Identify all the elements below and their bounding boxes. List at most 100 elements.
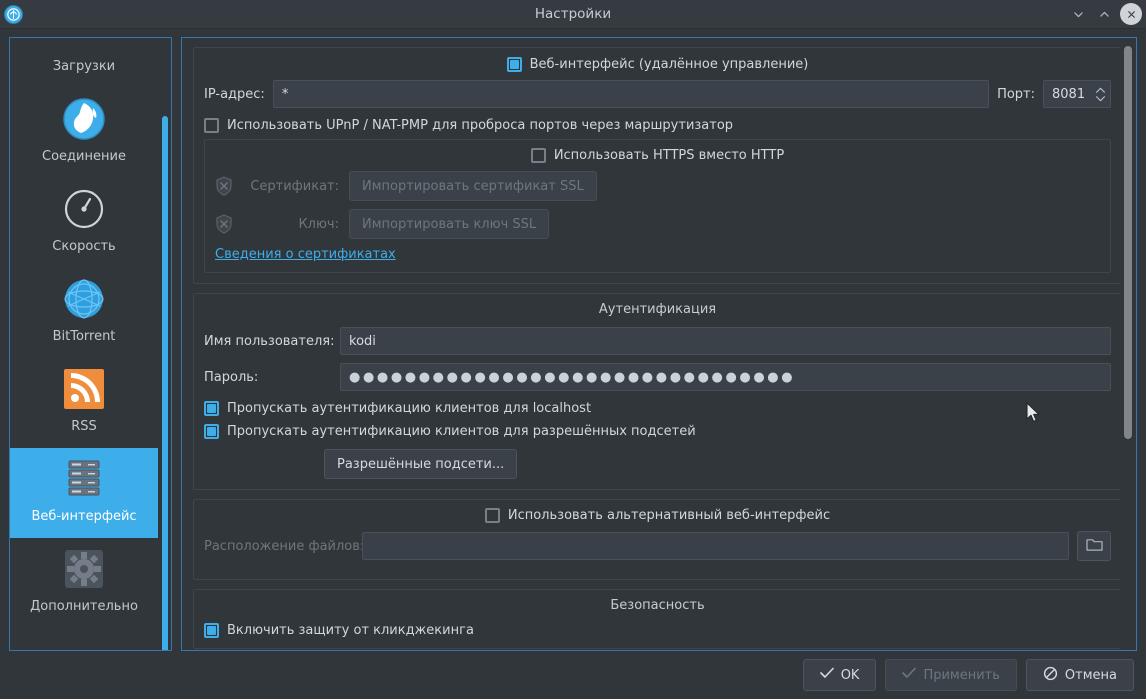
upnp-label: Использовать UPnP / NAT-PMP для проброса… [227, 118, 734, 133]
port-stepper[interactable]: 8081 [1043, 80, 1111, 108]
cancel-icon [1043, 666, 1058, 685]
globe-icon [61, 96, 107, 142]
web-ui-enable-checkbox[interactable] [506, 57, 522, 72]
use-alt-ui-label: Использовать альтернативный веб-интерфей… [507, 508, 831, 523]
main-scrollbar-thumb[interactable] [1124, 46, 1132, 439]
password-row: Пароль: ●●●●●●●●●●●●●●●●●●●●●●●●●●●●●●●● [204, 363, 1111, 391]
subnets-button-row: Разрешённые подсети... [204, 449, 1111, 479]
check-icon [902, 667, 917, 683]
authentication-title: Аутентификация [598, 302, 717, 317]
clickjacking-row[interactable]: Включить защиту от кликджекинга [204, 623, 1111, 638]
upnp-checkbox[interactable] [204, 118, 219, 133]
check-icon [819, 667, 834, 683]
username-input[interactable]: kodi [340, 327, 1111, 355]
username-row: Имя пользователя: kodi [204, 327, 1111, 355]
sidebar-item-label: Загрузки [52, 59, 116, 74]
certificate-row: Сертификат: Импортировать сертификат SSL [215, 171, 1100, 201]
use-alt-ui-checkbox[interactable] [484, 508, 500, 523]
sidebar-item-label: BitTorrent [52, 329, 116, 344]
ok-button[interactable]: OK [802, 659, 877, 691]
username-label: Имя пользователя: [204, 333, 335, 349]
password-input[interactable]: ●●●●●●●●●●●●●●●●●●●●●●●●●●●●●●●● [340, 363, 1111, 391]
use-https-row[interactable]: Использовать HTTPS вместо HTTP [215, 148, 1100, 163]
port-label: Порт: [997, 86, 1035, 102]
sidebar-item-connection[interactable]: Соединение [10, 88, 158, 178]
certificate-info-link[interactable]: Сведения о сертификатах [215, 247, 396, 262]
files-location-label: Расположение файлов: [204, 538, 365, 554]
sidebar-item-label: Скорость [52, 239, 116, 254]
bypass-localhost-checkbox[interactable] [204, 401, 219, 416]
security-group: Безопасность Включить защиту от кликджек… [193, 589, 1122, 649]
sidebar-item-bittorrent[interactable]: BitTorrent [10, 268, 158, 358]
settings-main-panel: Веб-интерфейс (удалённое управление) IP-… [181, 37, 1137, 651]
server-icon [61, 456, 107, 502]
chevron-up-icon[interactable] [1091, 1, 1117, 27]
web-ui-enable-row[interactable]: Веб-интерфейс (удалённое управление) [204, 57, 1111, 72]
key-row: Ключ: Импортировать ключ SSL [215, 209, 1100, 239]
main-scrollbar-track[interactable] [1120, 38, 1136, 650]
clickjacking-label: Включить защиту от кликджекинга [227, 623, 474, 638]
import-ssl-key-button[interactable]: Импортировать ключ SSL [349, 209, 550, 239]
web-ui-group: Веб-интерфейс (удалённое управление) IP-… [193, 47, 1122, 284]
port-stepper-arrows[interactable] [1095, 87, 1106, 102]
content-area: Загрузки Соединение Скорость BitTorrent … [0, 29, 1146, 651]
key-label: Ключ: [298, 216, 339, 232]
folder-icon [1085, 537, 1103, 556]
rss-icon [61, 366, 107, 412]
settings-window: Настройки Загрузки Соединение Скорость B… [0, 0, 1146, 699]
sidebar-item-web-interface[interactable]: Веб-интерфейс [10, 448, 158, 538]
sidebar-item-advanced[interactable]: Дополнительно [10, 538, 158, 628]
dialog-button-bar: OK Применить Отмена [0, 651, 1146, 699]
password-label: Пароль: [204, 369, 259, 385]
sidebar-scrollbar[interactable] [162, 116, 168, 650]
allowed-subnets-button[interactable]: Разрешённые подсети... [324, 449, 518, 479]
close-icon[interactable] [1120, 3, 1142, 25]
ip-address-row: IP-адрес: * Порт: 8081 [204, 80, 1111, 108]
settings-sidebar: Загрузки Соединение Скорость BitTorrent … [9, 37, 172, 651]
clickjacking-checkbox[interactable] [204, 623, 219, 638]
web-ui-enable-label: Веб-интерфейс (удалённое управление) [529, 57, 809, 72]
authentication-group: Аутентификация Имя пользователя: kodi Па… [193, 293, 1122, 490]
network-globe-icon [61, 276, 107, 322]
ip-address-input[interactable]: * [272, 80, 990, 108]
cancel-button-label: Отмена [1064, 667, 1117, 683]
sidebar-item-label: Соединение [42, 149, 126, 164]
sidebar-item-label: Дополнительно [30, 599, 138, 614]
ok-button-label: OK [840, 667, 860, 683]
upnp-row[interactable]: Использовать UPnP / NAT-PMP для проброса… [204, 118, 1111, 133]
sidebar-item-label: Веб-интерфейс [31, 509, 137, 524]
security-title: Безопасность [610, 598, 705, 613]
alternative-web-ui-group: Использовать альтернативный веб-интерфей… [193, 499, 1122, 580]
use-alt-ui-row[interactable]: Использовать альтернативный веб-интерфей… [204, 508, 1111, 523]
bypass-subnets-row[interactable]: Пропускать аутентификацию клиентов для р… [204, 424, 1111, 439]
ip-address-label: IP-адрес: [204, 86, 265, 102]
certificate-label: Сертификат: [250, 178, 339, 194]
files-location-row: Расположение файлов: [204, 531, 1111, 561]
certificate-info-row: Сведения о сертификатах [215, 247, 1100, 262]
shield-icon [215, 176, 233, 196]
sidebar-item-rss[interactable]: RSS [10, 358, 158, 448]
sidebar-item-downloads[interactable]: Загрузки [10, 38, 158, 88]
bypass-localhost-row[interactable]: Пропускать аутентификацию клиентов для l… [204, 401, 1111, 416]
bypass-subnets-checkbox[interactable] [204, 424, 219, 439]
files-location-input[interactable] [362, 532, 1069, 560]
download-arrow-icon [61, 38, 107, 52]
https-group: Использовать HTTPS вместо HTTP Сертифика… [204, 139, 1111, 273]
window-title: Настройки [534, 6, 612, 22]
speedometer-icon [61, 186, 107, 232]
cancel-button[interactable]: Отмена [1025, 659, 1134, 691]
browse-folder-button[interactable] [1077, 531, 1111, 561]
apply-button[interactable]: Применить [885, 659, 1017, 691]
sidebar-item-label: RSS [71, 419, 97, 434]
window-controls [1065, 1, 1146, 27]
sidebar-item-speed[interactable]: Скорость [10, 178, 158, 268]
use-https-checkbox[interactable] [530, 148, 546, 163]
gear-icon [61, 546, 107, 592]
title-bar: Настройки [0, 0, 1146, 29]
chevron-down-icon[interactable] [1065, 1, 1091, 27]
qbittorrent-icon [4, 4, 23, 24]
shield-icon [215, 214, 233, 234]
port-value[interactable]: 8081 [1052, 87, 1095, 102]
bypass-subnets-label: Пропускать аутентификацию клиентов для р… [227, 424, 696, 439]
import-ssl-certificate-button[interactable]: Импортировать сертификат SSL [349, 171, 597, 201]
